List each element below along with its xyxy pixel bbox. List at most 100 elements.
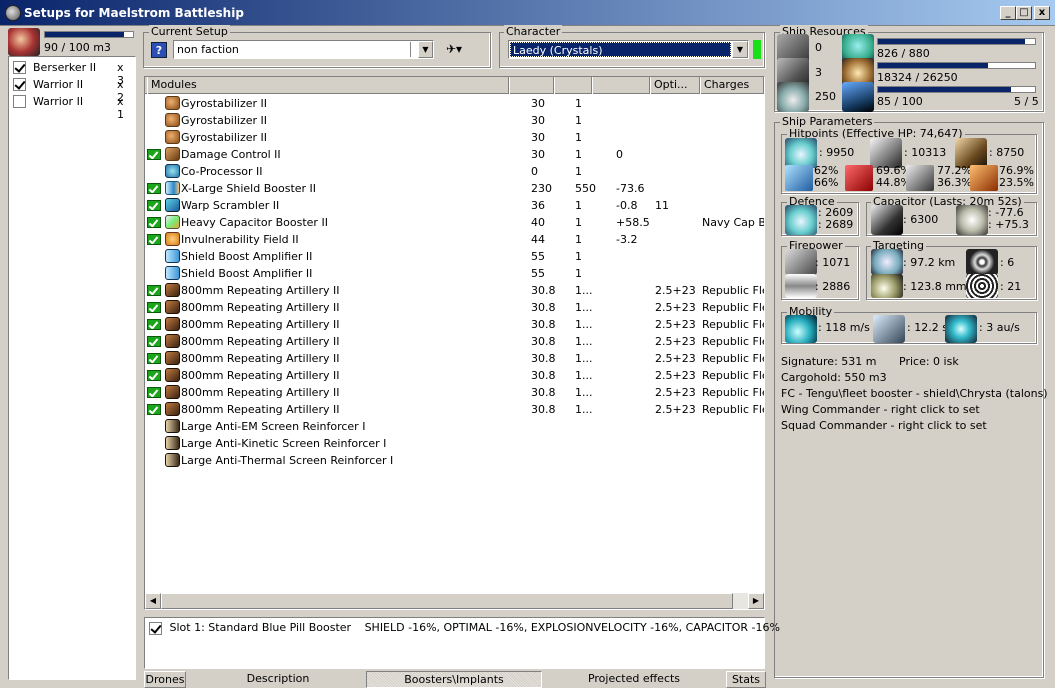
module-active-checkbox[interactable] (147, 387, 161, 398)
drone-item[interactable]: Warrior II x 2 (13, 77, 133, 104)
module-active-checkbox[interactable] (147, 370, 161, 381)
module-row[interactable]: Co-Processor II 0 1 (145, 163, 763, 180)
module-active-checkbox[interactable] (147, 217, 161, 228)
column-header-cpu[interactable] (509, 77, 554, 94)
setup-spin-icon[interactable] (410, 42, 416, 57)
module-row[interactable]: 800mm Repeating Artillery II 30.8 1... 2.5+… (145, 316, 764, 333)
module-row[interactable]: Large Anti-EM Screen Reinforcer I (145, 418, 763, 435)
warp-speed-value: : 3 au/s (979, 321, 1020, 334)
module-row[interactable]: 800mm Repeating Artillery II 30.8 1... 2.5+… (145, 282, 764, 299)
drone-item[interactable]: Berserker II x 3 (13, 60, 133, 87)
module-active-checkbox[interactable] (147, 200, 161, 211)
module-charge: Republic Flee (702, 352, 764, 365)
shield-hp-value: : 9950 (819, 146, 855, 159)
boosters-list[interactable]: Slot 1: Standard Blue Pill Booster SHIEL… (144, 617, 780, 669)
shield-resist-values: 62% 66% (814, 165, 838, 189)
column-header-cap[interactable] (592, 77, 650, 94)
scrollbar-thumb[interactable] (161, 593, 733, 609)
tab-boosters-implants[interactable]: Boosters\Implants (366, 671, 542, 688)
shield-amplifier-icon (165, 249, 180, 263)
module-name: Shield Boost Amplifier II (181, 267, 313, 280)
drone-list[interactable]: Berserker II x 3 Warrior II x 2 Warrior … (8, 56, 136, 680)
help-icon[interactable]: ? (151, 42, 167, 58)
drone-checkbox[interactable] (13, 77, 26, 91)
drone-checkbox[interactable] (13, 60, 26, 74)
module-name: Damage Control II (181, 148, 281, 161)
module-row[interactable]: Shield Boost Amplifier II 55 1 (145, 265, 763, 282)
module-row[interactable]: Large Anti-Thermal Screen Reinforcer I (145, 452, 763, 469)
armor-hp-value: : 10313 (904, 146, 947, 159)
setup-combobox[interactable]: non faction ▼ (173, 40, 434, 59)
booster-item[interactable]: Slot 1: Standard Blue Pill Booster SHIEL… (149, 621, 780, 635)
module-cpu: 30.8 (531, 403, 556, 416)
launchers-value: 3 (815, 66, 822, 79)
module-row[interactable]: Damage Control II 30 1 0 (145, 146, 763, 163)
module-pg: 1 (575, 250, 582, 263)
module-row[interactable]: 800mm Repeating Artillery II 30.8 1... 2.5+… (145, 350, 764, 367)
wing-commander-text[interactable]: Wing Commander - right click to set (781, 403, 980, 416)
tab-stats[interactable]: Stats (726, 671, 766, 688)
ship-menu-icon[interactable]: ✈▾ (446, 42, 474, 58)
module-active-checkbox[interactable] (147, 319, 161, 330)
module-row[interactable]: Gyrostabilizer II 30 1 (145, 95, 763, 112)
module-row[interactable]: Heavy Capacitor Booster II 40 1 +58.5 Navy C… (145, 214, 764, 231)
defence-value: : 2689 (818, 218, 854, 231)
column-header-modules[interactable]: Modules (147, 77, 509, 94)
fleet-booster-text[interactable]: FC - Tengu\fleet booster - shield\Chryst… (781, 387, 1048, 400)
module-active-checkbox[interactable] (147, 302, 161, 313)
module-row[interactable]: 800mm Repeating Artillery II 30.8 1... 2.5+… (145, 333, 764, 350)
module-row[interactable]: Warp Scrambler II 36 1 -0.8 11 (145, 197, 763, 214)
module-optimal: 11 (655, 199, 669, 212)
tab-drones[interactable]: Drones (144, 671, 186, 688)
module-active-checkbox[interactable] (147, 183, 161, 194)
module-row[interactable]: Shield Boost Amplifier II 55 1 (145, 248, 763, 265)
chevron-down-icon[interactable]: ▼ (418, 41, 433, 58)
scroll-left-icon[interactable]: ◀ (145, 593, 161, 609)
squad-commander-text[interactable]: Squad Commander - right click to set (781, 419, 987, 432)
module-cap: 0 (616, 148, 623, 161)
maximize-button[interactable]: □ (1016, 6, 1032, 20)
drone-item[interactable]: Warrior II x 1 (13, 94, 133, 121)
module-row[interactable]: X-Large Shield Booster II 230 550 -73.6 (145, 180, 763, 197)
module-name: Heavy Capacitor Booster II (181, 216, 328, 229)
module-row[interactable]: Large Anti-Kinetic Screen Reinforcer I (145, 435, 763, 452)
column-header-optimal[interactable]: Opti... (650, 77, 700, 94)
module-active-checkbox[interactable] (147, 149, 161, 160)
module-row[interactable]: Gyrostabilizer II 30 1 (145, 129, 763, 146)
column-header-pg[interactable] (554, 77, 592, 94)
module-name: Gyrostabilizer II (181, 97, 268, 110)
cpu-value: 826 / 880 (877, 47, 930, 60)
booster-checkbox[interactable] (149, 621, 162, 635)
character-combobox[interactable]: Laedy (Crystals) ▼ (508, 40, 749, 59)
calibration-value: 85 / 100 (877, 95, 923, 108)
module-row[interactable]: 800mm Repeating Artillery II 30.8 1... 2.5+… (145, 384, 764, 401)
module-active-checkbox[interactable] (147, 285, 161, 296)
column-header-charges[interactable]: Charges (700, 77, 764, 94)
chevron-down-icon[interactable]: ▼ (732, 41, 748, 58)
module-row[interactable]: 800mm Repeating Artillery II 30.8 1... 2.5+… (145, 367, 764, 384)
close-button[interactable]: x (1034, 6, 1050, 20)
module-active-checkbox[interactable] (147, 336, 161, 347)
horizontal-scrollbar[interactable]: ◀ ▶ (145, 593, 764, 609)
minimize-button[interactable]: _ (1000, 6, 1016, 20)
module-row[interactable]: Gyrostabilizer II 30 1 (145, 112, 763, 129)
tab-projected-effects[interactable]: Projected effects (546, 671, 722, 688)
drone-checkbox[interactable] (13, 94, 26, 108)
module-row[interactable]: 800mm Repeating Artillery II 30.8 1... 2.5+… (145, 401, 764, 418)
module-row[interactable]: 800mm Repeating Artillery II 30.8 1... 2.5+… (145, 299, 764, 316)
module-optimal: 2.5+23 (655, 403, 696, 416)
module-optimal: 2.5+23 (655, 352, 696, 365)
target-range-value: : 97.2 km (903, 256, 956, 269)
dps-icon (785, 249, 817, 275)
scroll-right-icon[interactable]: ▶ (748, 593, 764, 609)
modules-table[interactable]: Modules Opti... Charges Gyrostabilizer I… (144, 76, 765, 610)
module-active-checkbox[interactable] (147, 353, 161, 364)
tab-description[interactable]: Description (190, 671, 366, 688)
module-name: Gyrostabilizer II (181, 114, 268, 127)
shield-amplifier-icon (165, 266, 180, 280)
module-charge: Republic Flee (702, 369, 764, 382)
module-row[interactable]: Invulnerability Field II 44 1 -3.2 (145, 231, 763, 248)
module-active-checkbox[interactable] (147, 234, 161, 245)
artillery-icon (165, 368, 180, 382)
module-active-checkbox[interactable] (147, 404, 161, 415)
